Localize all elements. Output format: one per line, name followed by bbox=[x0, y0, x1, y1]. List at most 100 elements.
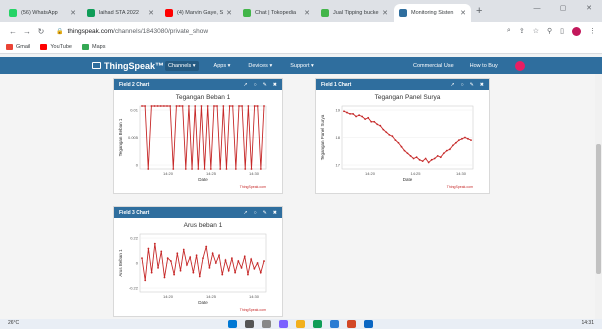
data-point[interactable] bbox=[189, 256, 192, 259]
data-point[interactable] bbox=[439, 156, 442, 159]
thingspeak-logo[interactable]: ThingSpeak™ bbox=[92, 57, 164, 74]
comment-icon[interactable]: ○ bbox=[254, 82, 257, 88]
data-point[interactable] bbox=[222, 105, 225, 107]
data-point[interactable] bbox=[202, 257, 204, 260]
zoom-icon[interactable]: ⌕ bbox=[507, 27, 511, 35]
open-window-icon[interactable]: ↗ bbox=[243, 210, 247, 216]
data-point[interactable] bbox=[352, 112, 354, 115]
comment-icon[interactable]: ○ bbox=[461, 82, 464, 88]
data-point[interactable] bbox=[219, 168, 222, 170]
search-icon[interactable] bbox=[245, 320, 254, 328]
browser-tab[interactable]: (4) Marvin Gaye, Sl ✕ bbox=[160, 4, 237, 22]
data-point[interactable] bbox=[418, 158, 421, 161]
data-point[interactable] bbox=[397, 141, 400, 144]
data-point[interactable] bbox=[186, 264, 188, 266]
browser-tab[interactable]: Jual Tipping bucke ✕ bbox=[316, 4, 393, 22]
data-point[interactable] bbox=[227, 269, 230, 272]
data-point[interactable] bbox=[166, 105, 168, 107]
data-point[interactable] bbox=[430, 158, 433, 161]
tab-close-icon[interactable]: ✕ bbox=[382, 9, 388, 17]
data-point[interactable] bbox=[370, 120, 373, 123]
data-point[interactable] bbox=[349, 112, 351, 115]
data-point[interactable] bbox=[175, 105, 178, 107]
browser-tab[interactable]: Monitoring Sisten ✕ bbox=[394, 4, 471, 22]
open-window-icon[interactable]: ↗ bbox=[243, 82, 247, 88]
nav-item[interactable]: Devices ▾ bbox=[245, 61, 275, 71]
nav-link[interactable]: Commercial Use bbox=[410, 61, 457, 71]
profile-avatar[interactable] bbox=[572, 26, 581, 36]
edit-icon[interactable]: ✎ bbox=[470, 82, 474, 88]
data-point[interactable] bbox=[182, 248, 185, 251]
data-point[interactable] bbox=[448, 148, 451, 151]
data-point[interactable] bbox=[451, 144, 454, 147]
chrome-icon[interactable] bbox=[313, 320, 322, 328]
data-point[interactable] bbox=[237, 260, 240, 262]
data-point[interactable] bbox=[157, 266, 159, 269]
maximize-icon[interactable]: ▢ bbox=[550, 0, 576, 18]
page-scrollbar[interactable] bbox=[595, 74, 602, 319]
extensions-icon[interactable]: ⚲ bbox=[547, 27, 552, 35]
data-point[interactable] bbox=[178, 105, 181, 107]
chart-credit[interactable]: ThingSpeak.com bbox=[240, 185, 266, 189]
data-point[interactable] bbox=[150, 105, 153, 107]
task-view-icon[interactable] bbox=[262, 320, 271, 328]
data-point[interactable] bbox=[409, 154, 412, 157]
data-point[interactable] bbox=[253, 105, 256, 107]
tab-close-icon[interactable]: ✕ bbox=[226, 9, 232, 17]
data-point[interactable] bbox=[240, 266, 243, 269]
data-point[interactable] bbox=[147, 247, 150, 250]
menu-icon[interactable]: ⋮ bbox=[589, 27, 596, 35]
close-icon[interactable]: ✖ bbox=[480, 82, 484, 88]
edit-icon[interactable]: ✎ bbox=[263, 210, 267, 216]
data-point[interactable] bbox=[144, 279, 147, 282]
data-point[interactable] bbox=[238, 105, 240, 107]
windows-start-icon[interactable] bbox=[228, 320, 237, 328]
data-point[interactable] bbox=[162, 105, 165, 107]
data-point[interactable] bbox=[385, 131, 388, 134]
data-point[interactable] bbox=[433, 157, 436, 160]
tab-close-icon[interactable]: ✕ bbox=[70, 9, 76, 17]
data-point[interactable] bbox=[216, 105, 218, 107]
data-point[interactable] bbox=[400, 145, 403, 148]
office-icon[interactable] bbox=[347, 320, 356, 328]
data-point[interactable] bbox=[169, 105, 172, 107]
data-point[interactable] bbox=[188, 105, 190, 107]
data-point[interactable] bbox=[250, 168, 253, 170]
data-point[interactable] bbox=[234, 271, 237, 274]
share-icon[interactable]: ⇪ bbox=[519, 27, 525, 35]
data-point[interactable] bbox=[211, 252, 214, 255]
data-point[interactable] bbox=[163, 276, 166, 279]
data-point[interactable] bbox=[263, 105, 265, 107]
data-point[interactable] bbox=[244, 168, 247, 170]
data-point[interactable] bbox=[214, 262, 217, 264]
data-point[interactable] bbox=[191, 168, 193, 170]
data-point[interactable] bbox=[250, 258, 253, 261]
data-point[interactable] bbox=[412, 157, 415, 160]
nav-item[interactable]: Apps ▾ bbox=[211, 61, 234, 71]
tab-close-icon[interactable]: ✕ bbox=[460, 9, 466, 17]
user-account-icon[interactable] bbox=[514, 60, 525, 71]
data-point[interactable] bbox=[225, 168, 228, 170]
data-point[interactable] bbox=[173, 273, 176, 276]
data-point[interactable] bbox=[224, 259, 227, 261]
data-point[interactable] bbox=[247, 273, 249, 276]
data-point[interactable] bbox=[208, 266, 211, 269]
data-point[interactable] bbox=[179, 269, 182, 272]
data-point[interactable] bbox=[376, 123, 379, 126]
data-point[interactable] bbox=[391, 135, 394, 138]
file-explorer-icon[interactable] bbox=[296, 320, 305, 328]
data-point[interactable] bbox=[358, 114, 361, 117]
tab-close-icon[interactable]: ✕ bbox=[148, 9, 154, 17]
new-tab-button[interactable]: + bbox=[476, 5, 482, 17]
data-point[interactable] bbox=[361, 115, 364, 118]
data-point[interactable] bbox=[259, 168, 262, 170]
data-point[interactable] bbox=[166, 257, 169, 260]
data-point[interactable] bbox=[141, 257, 143, 260]
data-point[interactable] bbox=[241, 105, 244, 107]
data-point[interactable] bbox=[218, 254, 220, 257]
close-icon[interactable]: ✖ bbox=[273, 82, 277, 88]
data-point[interactable] bbox=[200, 105, 203, 107]
data-point[interactable] bbox=[470, 139, 472, 142]
data-point[interactable] bbox=[243, 255, 246, 258]
data-point[interactable] bbox=[205, 245, 208, 248]
